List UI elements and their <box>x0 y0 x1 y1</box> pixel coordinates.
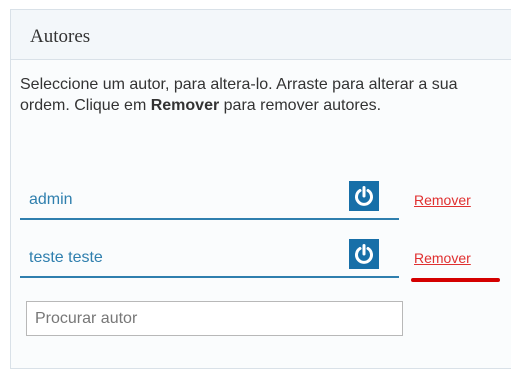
panel-title: Autores <box>30 26 91 47</box>
power-button[interactable] <box>349 239 379 269</box>
search-author-input[interactable] <box>26 301 403 336</box>
author-row[interactable]: admin <box>20 179 399 220</box>
author-name: teste teste <box>29 249 103 266</box>
author-row[interactable]: teste teste <box>20 237 399 278</box>
description-text-2: para remover autores. <box>219 97 382 114</box>
panel-header: Autores <box>11 10 511 60</box>
author-name: admin <box>29 191 73 208</box>
remove-link[interactable]: Remover <box>414 250 471 266</box>
power-icon <box>355 186 373 206</box>
description-bold: Remover <box>150 97 220 114</box>
power-button[interactable] <box>349 181 379 211</box>
remove-link[interactable]: Remover <box>414 192 471 208</box>
power-icon <box>355 244 373 264</box>
highlight-underline <box>411 278 500 282</box>
panel-description: Seleccione um autor, para altera-lo. Arr… <box>20 74 490 116</box>
